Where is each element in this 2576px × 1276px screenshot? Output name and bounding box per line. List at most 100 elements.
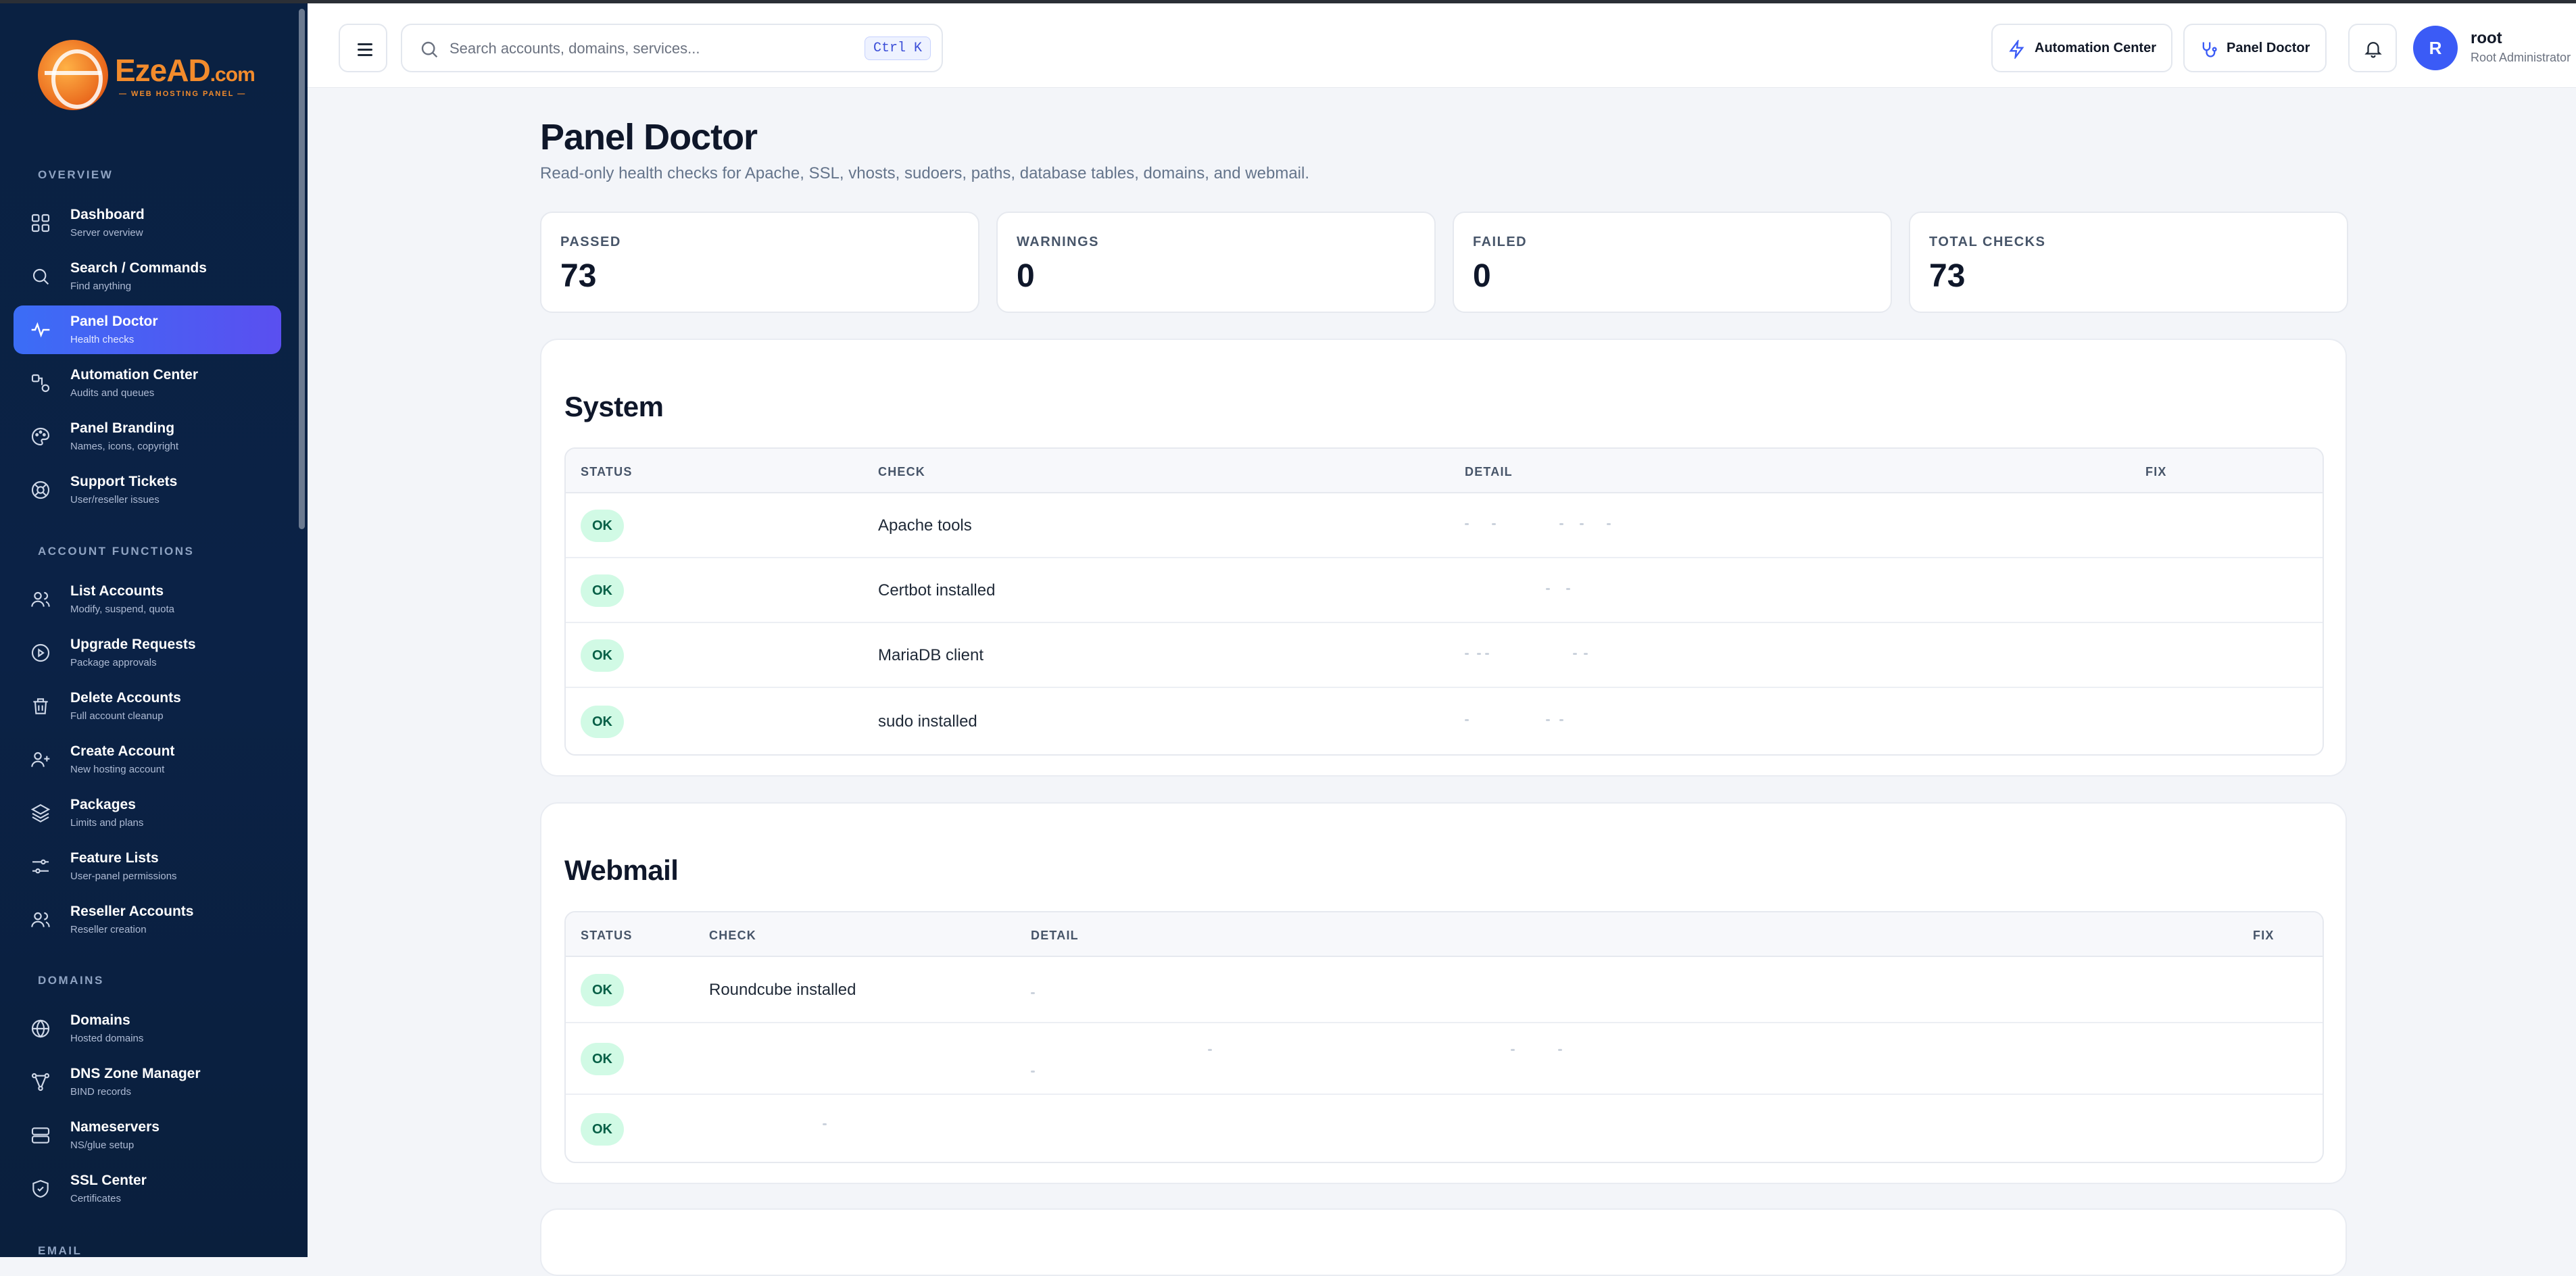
status-badge: OK <box>581 974 624 1006</box>
column-header-status: STATUS <box>581 929 633 942</box>
detail-redacted <box>1031 1071 1058 1077</box>
column-header-status: STATUS <box>581 465 633 478</box>
sidebar-item-panel-branding[interactable]: Panel Branding Names, icons, copyright <box>14 412 281 461</box>
table-row: OK Roundcube installed <box>566 957 2323 1023</box>
section-label-overview: OVERVIEW <box>38 168 114 181</box>
menu-toggle-button[interactable] <box>339 24 387 72</box>
stat-label: TOTAL CHECKS <box>1929 235 2046 249</box>
topbar: Ctrl K Automation Center Panel Doctor R … <box>308 3 2576 88</box>
sidebar-item-title: Packages <box>70 797 136 812</box>
sidebar: EzeAD.com — WEB HOSTING PANEL — OVERVIEW… <box>0 3 308 1257</box>
system-checks-card: System STATUS CHECK DETAIL FIX OK Apache… <box>540 339 2347 777</box>
stat-value: 73 <box>560 258 597 294</box>
sidebar-item-reseller-accounts[interactable]: Reseller Accounts Reseller creation <box>14 895 281 944</box>
sidebar-item-dns-zone-manager[interactable]: DNS Zone Manager BIND records <box>14 1058 281 1106</box>
sidebar-item-title: SSL Center <box>70 1173 147 1188</box>
detail-redacted <box>1465 719 1573 726</box>
detail-redacted <box>1465 523 1627 530</box>
sidebar-item-subtitle: BIND records <box>70 1086 132 1098</box>
pulse-icon <box>30 319 51 341</box>
table-header: STATUS CHECK DETAIL FIX <box>566 912 2323 957</box>
logo[interactable]: EzeAD.com — WEB HOSTING PANEL — <box>38 40 261 110</box>
sidebar-item-title: Support Tickets <box>70 474 178 489</box>
table-row: OK sudo installed <box>566 688 2323 754</box>
sidebar-item-title: Domains <box>70 1012 130 1028</box>
system-checks-table: STATUS CHECK DETAIL FIX OK Apache tools … <box>564 447 2324 756</box>
column-header-check: CHECK <box>709 929 757 942</box>
search-icon <box>30 266 51 287</box>
column-header-fix: FIX <box>2253 929 2275 942</box>
detail-redacted <box>1465 588 1600 595</box>
sidebar-item-delete-accounts[interactable]: Delete Accounts Full account cleanup <box>14 682 281 731</box>
sidebar-item-panel-doctor[interactable]: Panel Doctor Health checks <box>14 305 281 354</box>
column-header-check: CHECK <box>878 465 926 478</box>
next-section-card <box>540 1208 2347 1276</box>
sidebar-item-create-account[interactable]: Create Account New hosting account <box>14 735 281 784</box>
hamburger-icon <box>358 43 372 45</box>
search-icon <box>418 39 440 60</box>
sidebar-item-subtitle: Package approvals <box>70 657 157 668</box>
sidebar-item-automation-center[interactable]: Automation Center Audits and queues <box>14 359 281 408</box>
panel-doctor-label: Panel Doctor <box>2227 41 2310 55</box>
sidebar-item-title: Dashboard <box>70 207 145 222</box>
sidebar-item-domains[interactable]: Domains Hosted domains <box>14 1004 281 1053</box>
stat-label: WARNINGS <box>1017 235 1099 249</box>
sidebar-item-dashboard[interactable]: Dashboard Server overview <box>14 199 281 247</box>
stethoscope-icon <box>2200 40 2218 59</box>
stat-card-warnings: WARNINGS 0 <box>996 212 1436 313</box>
sidebar-item-upgrade-requests[interactable]: Upgrade Requests Package approvals <box>14 629 281 677</box>
sidebar-item-title: Reseller Accounts <box>70 904 194 919</box>
page-title: Panel Doctor <box>540 117 758 157</box>
search-shortcut-hint: Ctrl K <box>864 36 931 60</box>
trash-icon <box>30 695 51 717</box>
sidebar-item-feature-lists[interactable]: Feature Lists User-panel permissions <box>14 842 281 891</box>
check-name: MariaDB client <box>878 646 984 664</box>
sidebar-item-nameservers[interactable]: Nameservers NS/glue setup <box>14 1111 281 1160</box>
sidebar-scrollbar[interactable] <box>299 9 305 529</box>
user-name[interactable]: root <box>2471 29 2502 48</box>
check-name: Apache tools <box>878 516 972 535</box>
table-row: OK <box>566 1023 2323 1095</box>
sidebar-item-list-accounts[interactable]: List Accounts Modify, suspend, quota <box>14 575 281 624</box>
sliders-icon <box>30 856 51 877</box>
sidebar-item-subtitle: Names, icons, copyright <box>70 441 179 452</box>
status-badge: OK <box>581 1043 624 1075</box>
lifebuoy-icon <box>30 479 51 501</box>
avatar[interactable]: R <box>2413 26 2458 70</box>
notifications-button[interactable] <box>2348 24 2397 72</box>
detail-redacted <box>823 1123 836 1130</box>
page-subtitle: Read-only health checks for Apache, SSL,… <box>540 164 1309 182</box>
lightning-icon <box>2008 39 2026 60</box>
sidebar-item-support-tickets[interactable]: Support Tickets User/reseller issues <box>14 466 281 514</box>
search-input[interactable] <box>449 34 855 63</box>
panel-doctor-button[interactable]: Panel Doctor <box>2183 24 2327 72</box>
grid-icon <box>30 212 51 234</box>
stat-card-total-checks: TOTAL CHECKS 73 <box>1909 212 2348 313</box>
sidebar-item-subtitle: Full account cleanup <box>70 710 164 722</box>
stat-value: 0 <box>1017 258 1035 294</box>
global-search[interactable]: Ctrl K <box>401 24 943 72</box>
detail-redacted <box>1031 1049 1585 1056</box>
stat-card-failed: FAILED 0 <box>1453 212 1892 313</box>
workflow-icon <box>30 372 51 394</box>
sidebar-item-title: Panel Doctor <box>70 314 158 329</box>
automation-center-button[interactable]: Automation Center <box>1991 24 2172 72</box>
globe-icon <box>30 1018 51 1039</box>
sidebar-item-subtitle: New hosting account <box>70 764 165 775</box>
section-label-domains: DOMAINS <box>38 974 104 987</box>
play-circle-icon <box>30 642 51 664</box>
sidebar-item-packages[interactable]: Packages Limits and plans <box>14 789 281 837</box>
sidebar-item-title: List Accounts <box>70 583 164 599</box>
sidebar-item-subtitle: Hosted domains <box>70 1033 144 1044</box>
status-badge: OK <box>581 510 624 542</box>
sidebar-item-title: Search / Commands <box>70 260 207 276</box>
sidebar-item-ssl-center[interactable]: SSL Center Certificates <box>14 1164 281 1213</box>
sidebar-item-title: DNS Zone Manager <box>70 1066 201 1081</box>
sidebar-item-subtitle: User/reseller issues <box>70 494 160 506</box>
stat-label: FAILED <box>1473 235 1528 249</box>
layers-icon <box>30 802 51 824</box>
sidebar-item-subtitle: NS/glue setup <box>70 1139 135 1151</box>
sidebar-item-title: Delete Accounts <box>70 690 181 706</box>
status-badge: OK <box>581 639 624 672</box>
sidebar-item-search-commands[interactable]: Search / Commands Find anything <box>14 252 281 301</box>
